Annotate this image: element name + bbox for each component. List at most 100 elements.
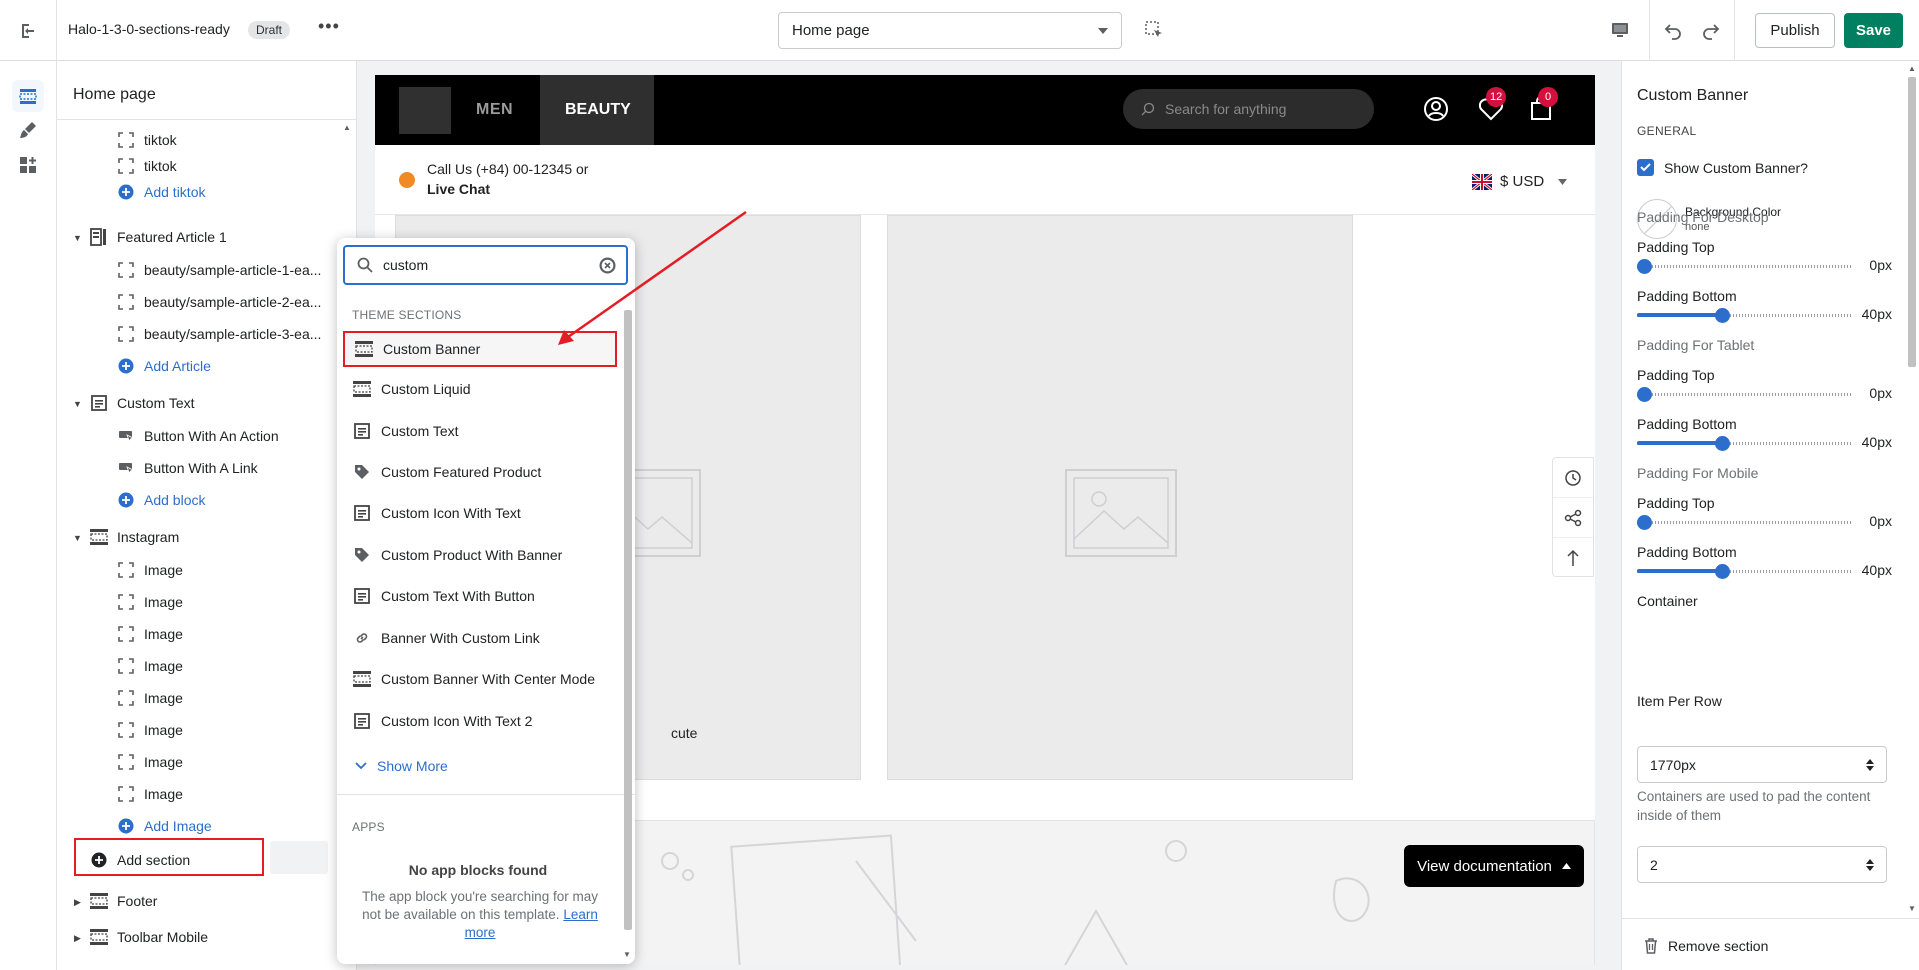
site-search[interactable]: Search for anything — [1123, 89, 1374, 129]
tree-block[interactable]: Image — [117, 685, 183, 711]
padding-tablet-heading: Padding For Tablet — [1637, 337, 1755, 353]
scroll-down-icon[interactable]: ▼ — [623, 950, 631, 959]
container-select[interactable]: 1770px — [1637, 746, 1887, 783]
preview-side-tools — [1552, 457, 1594, 577]
expand-caret-icon[interactable]: ▶ — [74, 933, 81, 944]
picker-item-custom-text-with-button[interactable]: Custom Text With Button — [343, 578, 617, 614]
scroll-top-tool[interactable] — [1553, 538, 1593, 578]
picker-scrollbar[interactable]: ▼ — [622, 290, 633, 962]
caret-down-icon — [1098, 27, 1108, 34]
caret-up-icon — [1561, 863, 1571, 869]
picker-item-custom-banner-with-center-mode[interactable]: Custom Banner With Center Mode — [343, 661, 617, 697]
history-tool[interactable] — [1553, 458, 1593, 498]
redo-icon[interactable] — [1700, 21, 1720, 41]
picker-item-custom-featured-product[interactable]: Custom Featured Product — [343, 454, 617, 490]
scroll-up-icon[interactable]: ▲ — [1908, 64, 1916, 73]
expand-caret-icon[interactable]: ▶ — [74, 897, 81, 908]
sections-tab[interactable] — [12, 80, 44, 112]
settings-scrollbar[interactable]: ▲ ▼ — [1905, 61, 1919, 918]
collapse-caret-icon[interactable]: ▼ — [73, 533, 82, 543]
picker-item-banner-with-custom-link[interactable]: Banner With Custom Link — [343, 620, 617, 656]
picker-item-custom-product-with-banner[interactable]: Custom Product With Banner — [343, 537, 617, 573]
collapse-caret-icon[interactable]: ▼ — [73, 399, 82, 409]
add-section-picker: THEME SECTIONS Custom Banner Custom Liqu… — [337, 238, 635, 964]
desktop-padding-bottom-slider[interactable] — [1637, 308, 1852, 323]
save-button[interactable]: Save — [1844, 13, 1903, 48]
tree-block[interactable]: Image — [117, 717, 183, 743]
tree-block[interactable]: beauty/sample-article-2-ea... — [117, 289, 321, 315]
slider-knob[interactable] — [1637, 387, 1652, 402]
tree-block[interactable]: Button With An Action — [117, 423, 279, 449]
tree-section-toolbar-mobile[interactable]: Toolbar Mobile — [90, 924, 208, 950]
tree-block[interactable]: Image — [117, 621, 183, 647]
slider-knob[interactable] — [1715, 308, 1730, 323]
tree-section-instagram[interactable]: Instagram — [90, 524, 179, 550]
currency-selector[interactable]: $ USD — [1472, 173, 1568, 190]
slider-knob[interactable] — [1637, 515, 1652, 530]
scroll-down-icon[interactable]: ▼ — [1908, 904, 1916, 913]
tree-block[interactable]: tiktok — [117, 153, 177, 179]
tree-block[interactable]: Image — [117, 589, 183, 615]
tree-block[interactable]: beauty/sample-article-1-ea... — [117, 257, 321, 283]
undo-icon[interactable] — [1664, 21, 1684, 41]
nav-beauty[interactable]: BEAUTY — [565, 101, 631, 119]
inspector-button[interactable] — [1144, 20, 1164, 43]
remove-section-button[interactable]: Remove section — [1644, 938, 1768, 954]
picker-item-custom-icon-with-text[interactable]: Custom Icon With Text — [343, 495, 617, 531]
tree-section-featured-article[interactable]: Featured Article 1 — [90, 224, 227, 250]
site-logo[interactable] — [399, 87, 451, 134]
tree-label: Add Image — [144, 818, 212, 834]
add-article-button[interactable]: Add Article — [117, 353, 211, 379]
slider-knob[interactable] — [1637, 259, 1652, 274]
scroll-up-icon[interactable]: ▲ — [343, 123, 351, 132]
page-select[interactable]: Home page — [778, 12, 1122, 49]
tree-section-footer[interactable]: Footer — [90, 888, 157, 914]
view-documentation-button[interactable]: View documentation — [1404, 845, 1584, 887]
add-block-button[interactable]: Add block — [117, 487, 205, 513]
section-search-field[interactable] — [343, 245, 628, 285]
mobile-padding-bottom-slider[interactable] — [1637, 564, 1852, 579]
tree-block[interactable]: Image — [117, 653, 183, 679]
app-embeds-tab[interactable] — [12, 149, 44, 181]
desktop-padding-top-slider[interactable] — [1637, 259, 1852, 274]
tree-block[interactable]: beauty/sample-article-3-ea... — [117, 321, 321, 347]
add-tiktok-button[interactable]: Add tiktok — [117, 179, 205, 205]
tablet-padding-bottom-slider[interactable] — [1637, 436, 1852, 451]
slider-knob[interactable] — [1715, 436, 1730, 451]
nav-men[interactable]: MEN — [476, 101, 513, 119]
live-chat-link[interactable]: Live Chat — [427, 181, 490, 197]
show-custom-banner-checkbox[interactable]: Show Custom Banner? — [1637, 159, 1808, 176]
icon-rail — [0, 61, 57, 970]
scrollbar-thumb[interactable] — [1908, 77, 1916, 367]
add-image-button[interactable]: Add Image — [117, 813, 212, 839]
banner-right[interactable] — [887, 215, 1353, 780]
mobile-padding-top-slider[interactable] — [1637, 515, 1852, 530]
desktop-view-button[interactable] — [1610, 20, 1630, 43]
share-tool[interactable] — [1553, 498, 1593, 538]
tree-block[interactable]: Image — [117, 781, 183, 807]
tree-block[interactable]: Image — [117, 557, 183, 583]
tree-block[interactable]: Image — [117, 749, 183, 775]
tree-section-custom-text[interactable]: Custom Text — [90, 390, 195, 416]
tree-block[interactable]: Button With A Link — [117, 455, 258, 481]
theme-settings-tab[interactable] — [12, 114, 44, 146]
account-icon[interactable] — [1423, 96, 1449, 122]
picker-item-custom-liquid[interactable]: Custom Liquid — [343, 371, 617, 407]
padding-mobile-heading: Padding For Mobile — [1637, 465, 1759, 481]
publish-button[interactable]: Publish — [1755, 13, 1835, 48]
collapse-caret-icon[interactable]: ▼ — [73, 233, 82, 243]
section-search-input[interactable] — [383, 257, 583, 273]
show-more-button[interactable]: Show More — [355, 758, 448, 774]
clear-search-icon[interactable] — [599, 257, 616, 274]
picker-item-custom-icon-with-text-2[interactable]: Custom Icon With Text 2 — [343, 703, 617, 739]
scrollbar-thumb[interactable] — [624, 310, 632, 930]
exit-button[interactable] — [0, 0, 57, 61]
tablet-padding-top-slider[interactable] — [1637, 387, 1852, 402]
picker-item-custom-banner[interactable]: Custom Banner — [343, 331, 617, 367]
slider-knob[interactable] — [1715, 564, 1730, 579]
item-per-row-select[interactable]: 2 — [1637, 846, 1887, 883]
divider — [57, 119, 357, 120]
picker-item-custom-text[interactable]: Custom Text — [343, 413, 617, 449]
more-actions-button[interactable]: ••• — [318, 16, 340, 37]
tree-block[interactable]: tiktok — [117, 127, 177, 153]
